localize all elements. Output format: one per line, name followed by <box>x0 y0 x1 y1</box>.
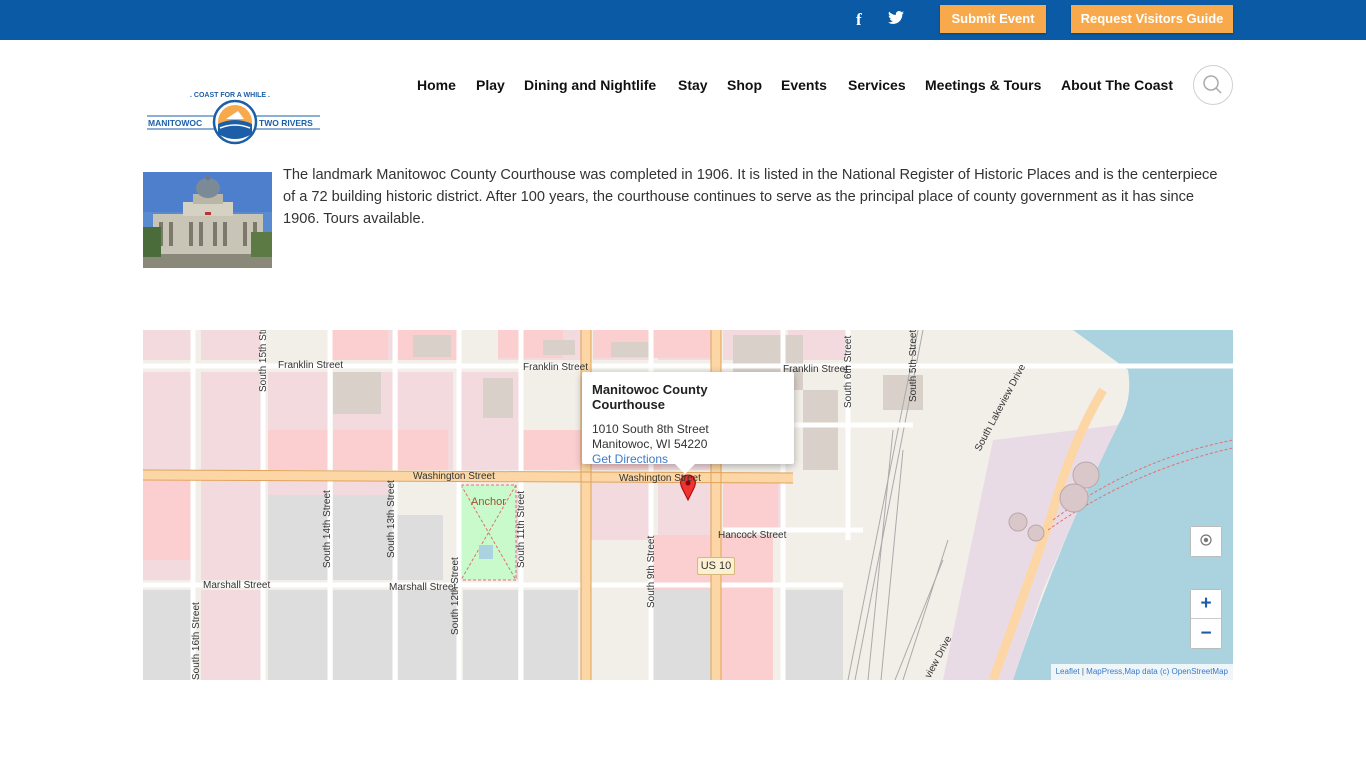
description-text: The landmark Manitowoc County Courthouse… <box>283 167 1218 227</box>
poi-label: Anchor <box>471 496 506 508</box>
nav-stay[interactable]: Stay <box>678 77 708 95</box>
location-map[interactable]: Franklin Street Franklin Street Franklin… <box>143 330 1233 680</box>
street-label: South 16th Street <box>191 602 202 680</box>
popup-address-line2: Manitowoc, WI 54220 <box>592 437 708 451</box>
street-label: South 11th Street <box>516 490 527 568</box>
street-label: South 13th Street <box>386 480 397 558</box>
street-label: Franklin Street <box>278 360 344 371</box>
street-label: Washington Street <box>619 473 701 484</box>
locate-icon[interactable] <box>1191 527 1221 556</box>
nav-dining-and-nightlife[interactable]: Dining and Nightlife <box>524 77 656 95</box>
street-label: South 9th Street <box>646 535 657 608</box>
street-label: South 6th Street <box>843 335 854 408</box>
courthouse-photo <box>143 172 272 268</box>
zoom-control: + − <box>1190 589 1222 649</box>
street-label: Marshall Street <box>203 580 271 591</box>
search-button[interactable] <box>1193 65 1233 105</box>
street-label: Hancock Street <box>718 530 787 541</box>
street-label: Franklin Street <box>523 362 589 373</box>
map-attribution: Leaflet | MapPress,Map data (c) OpenStre… <box>1050 664 1233 680</box>
nav-events[interactable]: Events <box>781 77 827 95</box>
facebook-icon[interactable]: f <box>856 10 862 30</box>
twitter-icon[interactable] <box>888 11 904 30</box>
street-label: South 12th Street <box>450 557 461 635</box>
nav-home[interactable]: Home <box>417 77 456 95</box>
logo-right-text: TWO RIVERS <box>259 118 313 128</box>
zoom-out-button[interactable]: − <box>1191 619 1221 648</box>
leaflet-link[interactable]: Leaflet <box>1056 667 1080 676</box>
site-logo[interactable]: . COAST FOR A WHILE . MANITOWOC TWO RIVE… <box>146 86 325 146</box>
attribution-text[interactable]: MapPress,Map data (c) OpenStreetMap <box>1086 667 1228 676</box>
route-shield: US 10 <box>697 557 735 575</box>
nav-meetings-and-tours[interactable]: Meetings & Tours <box>925 77 1041 95</box>
nav-about-the-coast[interactable]: About The Coast <box>1061 77 1173 95</box>
request-visitors-guide-button[interactable]: Request Visitors Guide <box>1071 5 1233 33</box>
nav-services[interactable]: Services <box>848 77 906 95</box>
street-label: South 5th Street <box>908 330 919 402</box>
street-label: South 14th Street <box>322 490 333 568</box>
top-bar: f Submit Event Request Visitors Guide <box>0 0 1366 40</box>
zoom-in-button[interactable]: + <box>1191 590 1221 619</box>
nav-play[interactable]: Play <box>476 77 505 95</box>
street-label: Marshall Street <box>389 582 457 593</box>
street-label: South 15th Street <box>258 330 269 392</box>
locate-control[interactable] <box>1190 526 1222 557</box>
logo-tagline: . COAST FOR A WHILE . <box>190 92 270 99</box>
popup-title: Manitowoc County Courthouse <box>592 382 708 412</box>
courthouse-description: The landmark Manitowoc County Courthouse… <box>283 164 1228 234</box>
get-directions-link[interactable]: Get Directions <box>592 452 784 467</box>
map-popup: Manitowoc County Courthouse 1010 South 8… <box>582 372 794 474</box>
logo-left-text: MANITOWOC <box>148 118 202 128</box>
nav-shop[interactable]: Shop <box>727 77 762 95</box>
popup-address-line1: 1010 South 8th Street <box>592 422 709 436</box>
submit-event-button[interactable]: Submit Event <box>940 5 1046 33</box>
street-label: Washington Street <box>413 471 495 482</box>
search-icon <box>1203 75 1222 94</box>
